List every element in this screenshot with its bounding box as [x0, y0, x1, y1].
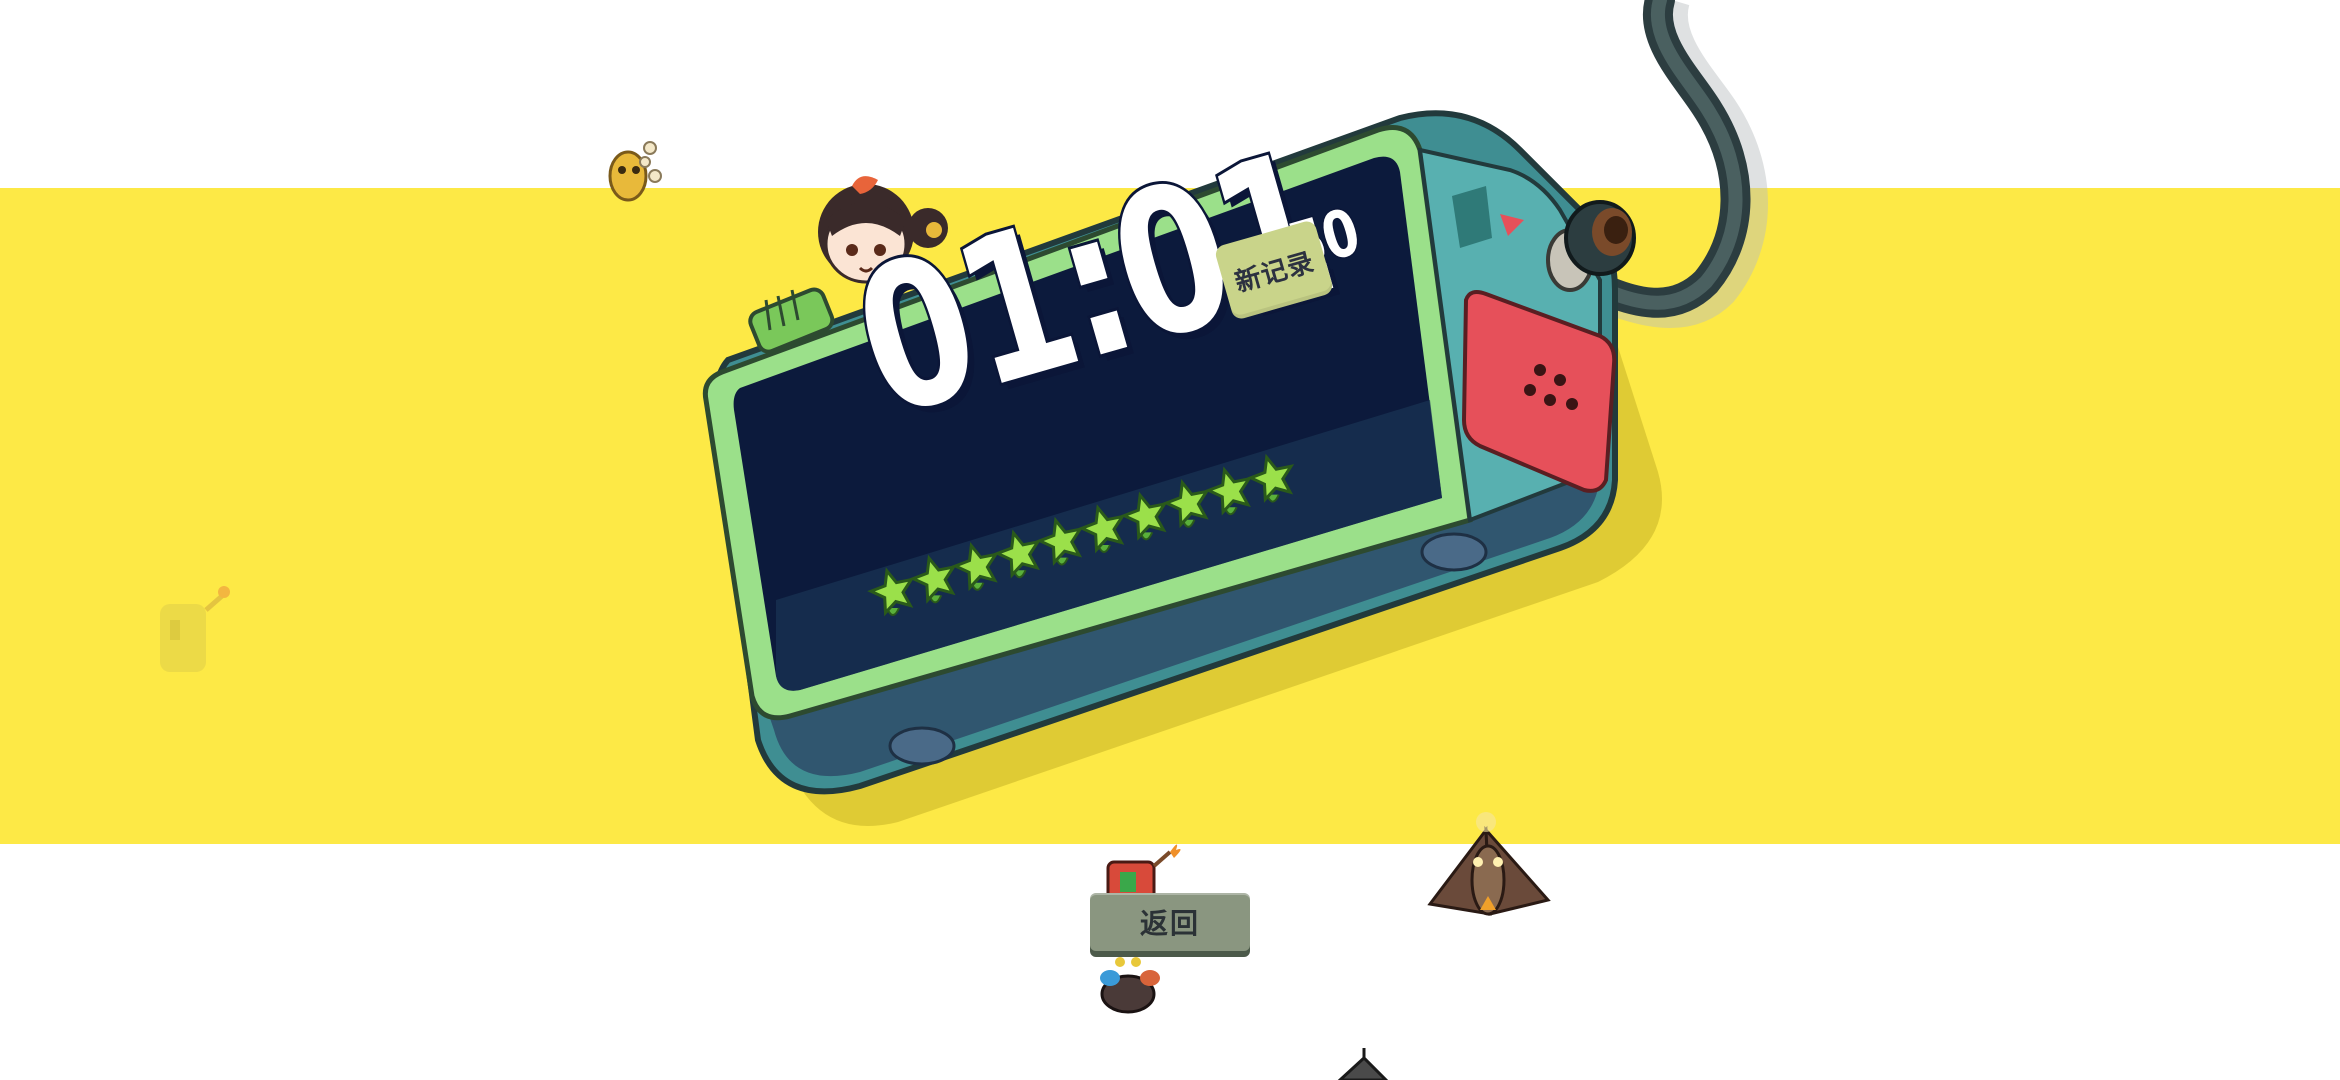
brown-moth-enemy-icon	[1427, 812, 1551, 916]
back-button-label: 返回	[1139, 907, 1200, 940]
result-screen: 01:01 :50 新记录	[0, 0, 2340, 1080]
back-button[interactable]: 返回	[1090, 893, 1250, 951]
helmet-enemy-icon	[1337, 1048, 1389, 1080]
dark-crab-enemy-icon	[1100, 957, 1160, 1014]
